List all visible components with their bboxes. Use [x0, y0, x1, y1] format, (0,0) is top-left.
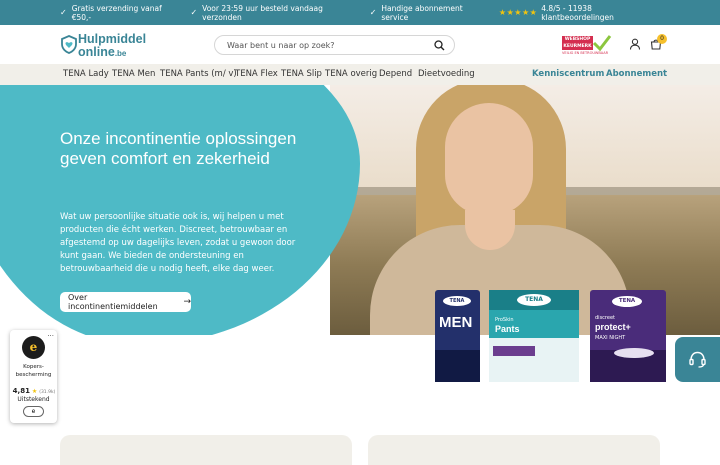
top-usp-bar: ✓ Gratis verzending vanaf €50,- ✓ Voor 23:… [0, 0, 720, 25]
rating-text: 4.8/5 - 11938 klantbeoordelingen [541, 3, 614, 22]
account-icon[interactable] [629, 38, 641, 50]
tena-logo: TENA [612, 296, 642, 307]
webshop-keurmerk-badge[interactable]: WEBSHOP KEURMERK VEILIG EN BETROUWBAAR [562, 35, 614, 57]
product-label: ProSkin Pants [495, 317, 520, 334]
nav-item-tena-pants[interactable]: TENA Pants (m/ v) [160, 69, 237, 79]
usp-item: ✓ Gratis verzending vanaf €50,- [60, 3, 162, 22]
hero-title: Onze incontinentie oplossingen geven com… [60, 129, 297, 168]
keurmerk-subtitle: VEILIG EN BETROUWBAAR [562, 51, 609, 55]
search-input[interactable] [227, 39, 427, 51]
tena-logo: TENA [443, 296, 471, 306]
product-tena-men[interactable]: TENA MEN [435, 290, 480, 382]
usp-item: ✓ Handige abonnement service [369, 3, 463, 22]
logo-text-line2: online.be [78, 45, 127, 59]
more-options-icon[interactable]: ... [47, 330, 54, 338]
product-label: discreet protect+ MAXI NIGHT [595, 315, 631, 341]
trusted-shops-mini-icon: e [23, 406, 44, 417]
badge-score: 4,81 ★ (31.9k) [12, 387, 56, 395]
checkmark-icon [592, 35, 612, 52]
cart-count-badge: 0 [657, 34, 667, 44]
nav-item-tena-lady[interactable]: TENA Lady [63, 69, 109, 79]
badge-verdict: Uitstekend [17, 396, 50, 403]
nav-item-abonnement[interactable]: Abonnement [606, 69, 667, 79]
search-bar [214, 35, 455, 55]
nav-item-kenniscentrum[interactable]: Kenniscentrum [532, 69, 604, 79]
nav-item-tena-slip[interactable]: TENA Slip [281, 69, 322, 79]
product-label: MEN [439, 314, 473, 331]
rating-stars-icon: ★★★★★ [498, 8, 538, 17]
trusted-shops-seal-icon: e [22, 336, 45, 359]
headset-icon [689, 351, 706, 368]
nav-item-tena-overig[interactable]: TENA overig [325, 69, 377, 79]
search-icon[interactable] [434, 40, 445, 51]
star-icon: ★ [31, 388, 38, 395]
review-rating-link[interactable]: ★★★★★ 4.8/5 - 11938 klantbeoordelingen [499, 4, 660, 22]
content-card [368, 435, 660, 465]
hero-cta-button[interactable]: Over incontinentiemiddelen → [60, 292, 191, 312]
nav-item-dieetvoeding[interactable]: Dieetvoeding [418, 69, 475, 79]
keurmerk-logo: WEBSHOP KEURMERK [562, 36, 593, 50]
product-tena-pants[interactable]: TENA ProSkin Pants [489, 290, 579, 382]
arrow-right-icon: → [183, 297, 191, 307]
site-logo[interactable]: Hulpmiddel online.be [60, 31, 160, 59]
product-tena-discreet[interactable]: TENA discreet protect+ MAXI NIGHT [590, 290, 666, 382]
chat-support-button[interactable] [675, 337, 720, 382]
nav-item-tena-men[interactable]: TENA Men [112, 69, 155, 79]
usp-item: ✓ Voor 23:59 uur besteld vandaag verzonde… [190, 3, 323, 22]
nav-item-tena-flex[interactable]: TENA Flex [235, 69, 278, 79]
content-card [60, 435, 352, 465]
buyer-protection-label: Kopers-bescherming [15, 364, 52, 378]
woman-photo-face [445, 103, 533, 215]
check-icon: ✓ [60, 8, 67, 17]
trusted-shops-badge[interactable]: ... e Kopers-bescherming 4,81 ★ (31.9k) … [10, 330, 57, 423]
tena-logo: TENA [517, 294, 551, 306]
main-navigation: TENA Lady TENA Men TENA Pants (m/ v) TEN… [0, 64, 720, 85]
heart-shield-icon [61, 35, 77, 54]
nav-item-depend[interactable]: Depend [379, 69, 412, 79]
check-icon: ✓ [369, 8, 377, 17]
check-icon: ✓ [190, 8, 198, 17]
hero-description: Wat uw persoonlijke situatie ook is, wij… [60, 212, 296, 274]
logo-text-line1: Hulpmiddel [78, 32, 147, 46]
